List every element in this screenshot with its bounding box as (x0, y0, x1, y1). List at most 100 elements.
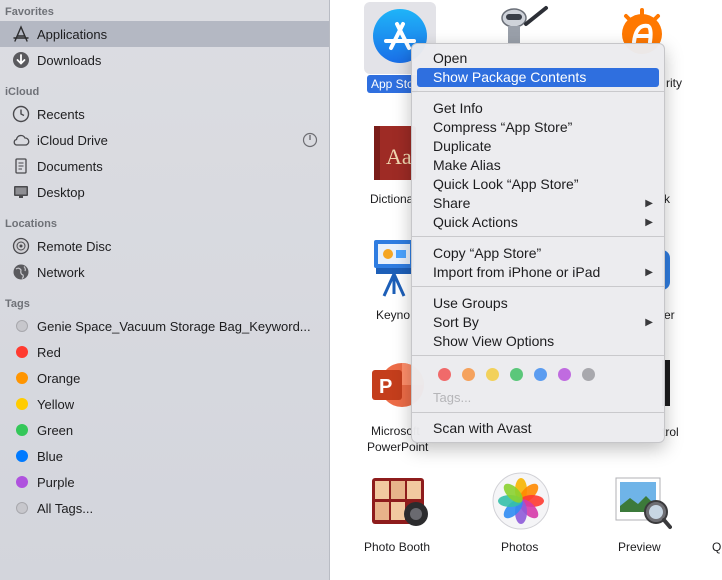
menu-item-compress[interactable]: Compress “App Store” (417, 118, 659, 137)
menu-separator (412, 412, 664, 413)
tag-color-dot (16, 398, 28, 410)
app-label-partial: rity (666, 76, 682, 90)
sidebar-tag-yellow[interactable]: Yellow (0, 391, 329, 417)
sidebar-item-label: Green (37, 422, 74, 438)
menu-item-show-package-contents[interactable]: Show Package Contents (417, 68, 659, 87)
favorites-section-title: Favorites (5, 6, 54, 18)
menu-item-sort-by[interactable]: Sort By ▶ (417, 313, 659, 332)
menu-separator (412, 286, 664, 287)
sidebar-item-label: Network (37, 264, 85, 280)
menu-item-use-groups[interactable]: Use Groups (417, 294, 659, 313)
menu-item-scan-with-avast[interactable]: Scan with Avast (417, 419, 659, 438)
sidebar-tag-genie-space[interactable]: Genie Space_Vacuum Storage Bag_Keyword..… (0, 313, 329, 339)
tag-color-dot (16, 424, 28, 436)
sidebar-item-label: Orange (37, 370, 81, 386)
tag-color-dot (16, 502, 28, 514)
sidebar-item-recents[interactable]: Recents (0, 101, 329, 127)
sidebar-item-icloud-drive[interactable]: iCloud Drive (0, 127, 329, 153)
automator-icon (501, 6, 548, 46)
menu-item-label: Copy “App Store” (433, 245, 542, 261)
menu-item-label: Show Package Contents (433, 69, 587, 85)
tag-color-dot (16, 372, 28, 384)
menu-tag-yellow[interactable] (486, 368, 499, 381)
menu-item-quick-actions[interactable]: Quick Actions ▶ (417, 213, 659, 232)
menu-item-make-alias[interactable]: Make Alias (417, 156, 659, 175)
app-label-partial: Q (712, 540, 722, 554)
menu-item-duplicate[interactable]: Duplicate (417, 137, 659, 156)
sidebar-item-label: Purple (37, 474, 75, 490)
menu-item-label: Quick Actions (433, 214, 518, 230)
locations-section-title: Locations (5, 218, 57, 230)
cloud-icon (12, 131, 30, 149)
tag-color-dot (16, 450, 28, 462)
sidebar-tag-all-tags[interactable]: All Tags... (0, 495, 329, 521)
menu-item-label: Import from iPhone or iPad (433, 264, 601, 280)
menu-tag-green[interactable] (510, 368, 523, 381)
sidebar-item-remote-disc[interactable]: Remote Disc (0, 233, 329, 259)
sidebar-item-label: All Tags... (37, 500, 94, 516)
menu-item-label: Duplicate (433, 138, 492, 154)
clock-icon (12, 105, 30, 123)
sidebar-item-label: Desktop (37, 184, 85, 200)
tag-color-dot (16, 476, 28, 488)
menu-item-get-info[interactable]: Get Info (417, 99, 659, 118)
photo-booth-icon (372, 478, 428, 526)
tags-section-title: Tags (5, 298, 30, 310)
menu-item-label: Use Groups (433, 295, 508, 311)
sidebar-tag-red[interactable]: Red (0, 339, 329, 365)
menu-tag-purple[interactable] (558, 368, 571, 381)
sidebar-item-downloads[interactable]: Downloads (0, 47, 329, 73)
photos-icon (492, 472, 550, 530)
sidebar-item-documents[interactable]: Documents (0, 153, 329, 179)
document-icon (12, 157, 30, 175)
menu-separator (412, 236, 664, 237)
sidebar-item-label: Yellow (37, 396, 75, 412)
sidebar: Favorites Applications Downloads iCloud … (0, 0, 330, 580)
menu-item-copy[interactable]: Copy “App Store” (417, 244, 659, 263)
menu-item-label: Open (433, 50, 468, 66)
menu-separator (412, 91, 664, 92)
context-menu: Open Show Package Contents Get Info Comp… (411, 43, 665, 443)
app-label-partial: Dictiona (370, 192, 414, 206)
progress-pie-icon (302, 132, 318, 148)
menu-item-quick-look[interactable]: Quick Look “App Store” (417, 175, 659, 194)
menu-item-label: Share (433, 195, 471, 211)
applications-icon (12, 25, 30, 43)
tag-color-dot (16, 320, 28, 332)
menu-item-label: Scan with Avast (433, 420, 532, 436)
sidebar-item-label: Recents (37, 106, 85, 122)
svg-text:Aa: Aa (386, 144, 412, 169)
menu-item-import-from-iphone[interactable]: Import from iPhone or iPad ▶ (417, 263, 659, 282)
sidebar-tag-purple[interactable]: Purple (0, 469, 329, 495)
sidebar-item-label: Documents (37, 158, 103, 174)
menu-tag-red[interactable] (438, 368, 451, 381)
sidebar-tag-orange[interactable]: Orange (0, 365, 329, 391)
menu-item-label: Compress “App Store” (433, 119, 573, 135)
menu-item-label: Make Alias (433, 157, 501, 173)
sidebar-tag-green[interactable]: Green (0, 417, 329, 443)
disc-icon (12, 237, 30, 255)
sidebar-item-desktop[interactable]: Desktop (0, 179, 329, 205)
menu-item-label: Sort By (433, 314, 479, 330)
submenu-arrow-icon: ▶ (645, 198, 653, 209)
tag-color-dot (16, 346, 28, 358)
menu-item-open[interactable]: Open (417, 49, 659, 68)
menu-tag-blue[interactable] (534, 368, 547, 381)
menu-item-label: Show View Options (433, 333, 555, 349)
menu-tags-field[interactable]: Tags... (433, 390, 471, 405)
menu-item-show-view-options[interactable]: Show View Options (417, 332, 659, 351)
menu-item-share[interactable]: Share ▶ (417, 194, 659, 213)
sidebar-item-network[interactable]: Network (0, 259, 329, 285)
icloud-section-title: iCloud (5, 86, 40, 98)
menu-tag-orange[interactable] (462, 368, 475, 381)
sidebar-item-label: Red (37, 344, 61, 360)
sidebar-item-label: Applications (37, 26, 108, 42)
sidebar-item-label: iCloud Drive (37, 132, 108, 148)
app-label-partial: Keyno (376, 308, 411, 322)
app-label: Preview (618, 540, 661, 554)
sidebar-item-applications[interactable]: Applications (0, 21, 329, 47)
app-label: Photos (501, 540, 539, 554)
menu-tag-gray[interactable] (582, 368, 595, 381)
sidebar-tag-blue[interactable]: Blue (0, 443, 329, 469)
sidebar-item-label: Downloads (37, 52, 102, 68)
